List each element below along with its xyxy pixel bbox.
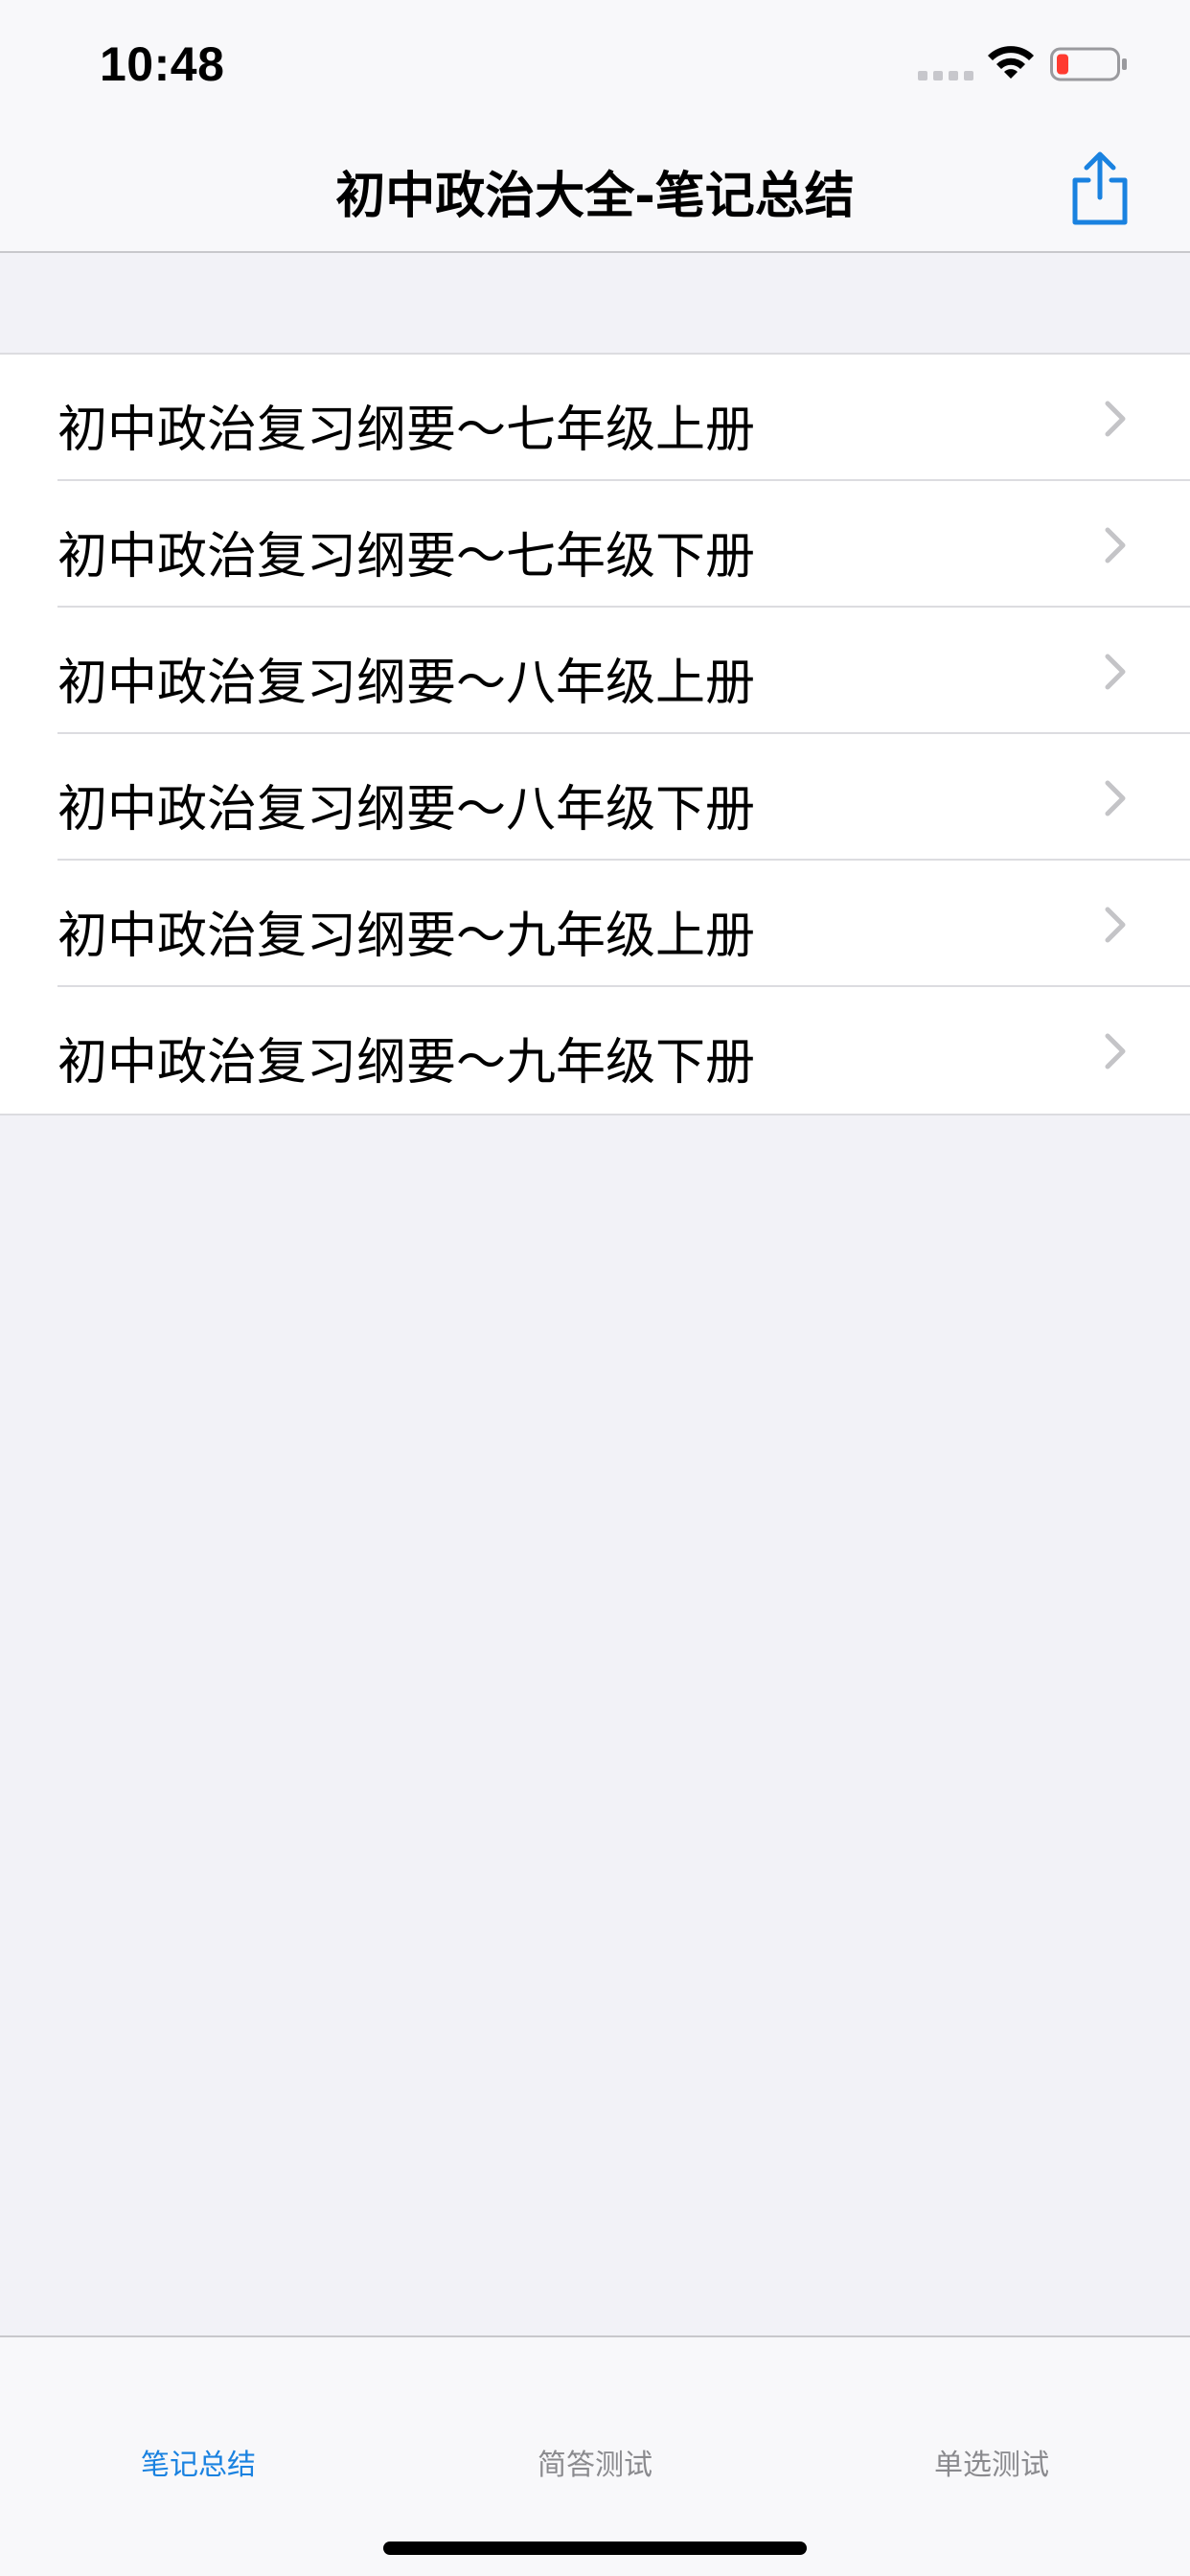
tab-label: 单选测试 xyxy=(934,2449,1049,2482)
list-item[interactable]: 初中政治复习纲要～九年级下册 xyxy=(0,987,1190,1114)
tab-bar: 笔记总结 简答测试 单选测试 xyxy=(0,2335,1190,2576)
chevron-right-icon xyxy=(1105,907,1126,943)
tab-short-answer-test[interactable]: 简答测试 xyxy=(397,2337,793,2491)
share-button[interactable] xyxy=(1062,148,1138,228)
chevron-right-icon xyxy=(1105,780,1126,816)
list-item-label: 初中政治复习纲要～八年级下册 xyxy=(57,781,756,839)
list-item-label: 初中政治复习纲要～八年级上册 xyxy=(57,655,756,712)
wifi-icon xyxy=(988,46,1034,79)
page-title: 初中政治大全-笔记总结 xyxy=(335,168,855,225)
list-item[interactable]: 初中政治复习纲要～七年级上册 xyxy=(0,355,1190,481)
cellular-signal-icon xyxy=(918,71,973,80)
status-time: 10:48 xyxy=(100,37,225,91)
tab-single-choice-test[interactable]: 单选测试 xyxy=(793,2337,1190,2491)
list-item-label: 初中政治复习纲要～九年级上册 xyxy=(57,908,756,965)
list-item[interactable]: 初中政治复习纲要～八年级上册 xyxy=(0,608,1190,734)
status-bar: 10:48 xyxy=(0,0,1190,126)
battery-icon xyxy=(1050,47,1127,81)
chevron-right-icon xyxy=(1105,527,1126,564)
list-item[interactable]: 初中政治复习纲要～七年级下册 xyxy=(0,481,1190,608)
tab-label: 简答测试 xyxy=(538,2449,652,2482)
chevron-right-icon xyxy=(1105,1033,1126,1070)
list-item[interactable]: 初中政治复习纲要～八年级下册 xyxy=(0,734,1190,861)
home-indicator[interactable] xyxy=(383,2542,807,2555)
share-icon xyxy=(1072,151,1128,225)
list-item[interactable]: 初中政治复习纲要～九年级上册 xyxy=(0,861,1190,987)
list-item-label: 初中政治复习纲要～九年级下册 xyxy=(57,1034,756,1092)
app-screen: 10:48 初中政治大全-笔记总结 初中政治复习纲要～七年级上册 初中政治复习纲… xyxy=(0,0,1190,2576)
chevron-right-icon xyxy=(1105,401,1126,437)
tab-notes-summary[interactable]: 笔记总结 xyxy=(0,2337,397,2491)
tab-label: 笔记总结 xyxy=(141,2449,256,2482)
navigation-bar: 初中政治大全-笔记总结 xyxy=(0,126,1190,253)
chevron-right-icon xyxy=(1105,654,1126,690)
list-item-label: 初中政治复习纲要～七年级下册 xyxy=(57,528,756,586)
list-item-label: 初中政治复习纲要～七年级上册 xyxy=(57,402,756,459)
chapter-list: 初中政治复习纲要～七年级上册 初中政治复习纲要～七年级下册 初中政治复习纲要～八… xyxy=(0,353,1190,1116)
